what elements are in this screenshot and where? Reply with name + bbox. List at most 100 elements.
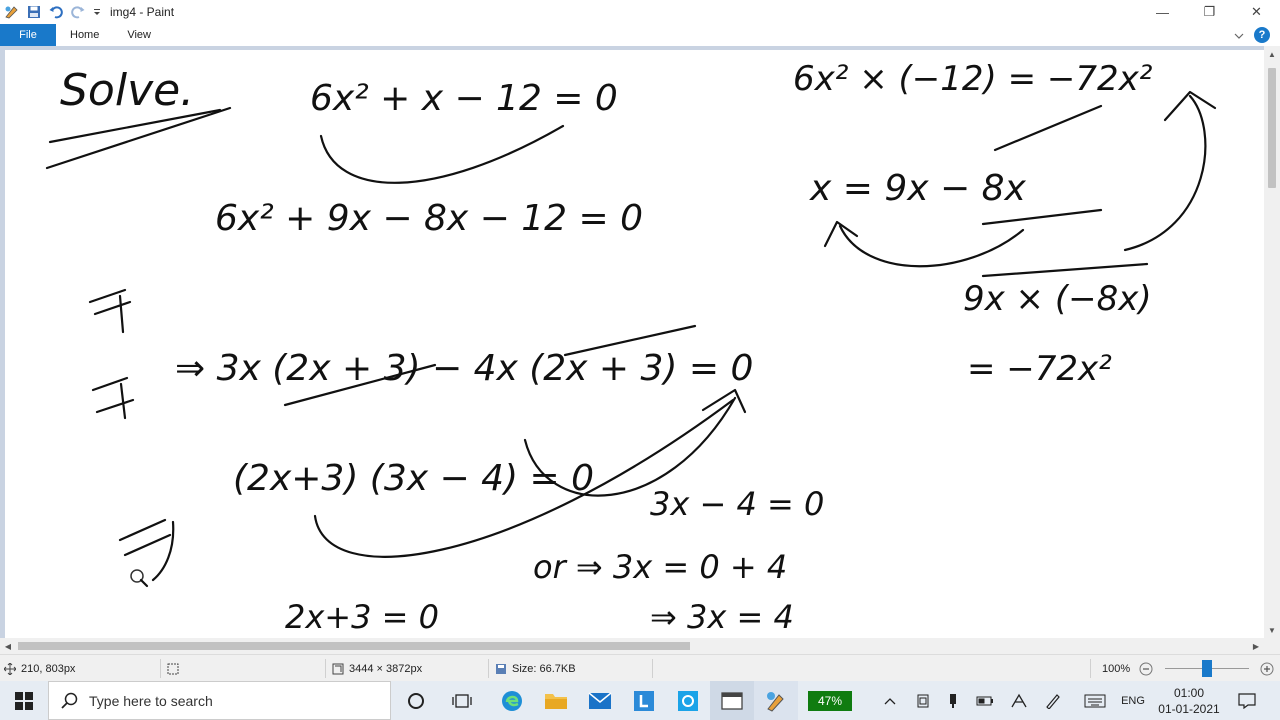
- edge-button[interactable]: [490, 681, 534, 720]
- ink-solve: Solve.: [60, 65, 194, 116]
- scroll-corner: [1264, 638, 1280, 654]
- tray-device-button[interactable]: [910, 681, 936, 720]
- scroll-left-icon[interactable]: ◀: [0, 638, 16, 654]
- keyboard-icon: [1084, 694, 1106, 707]
- tray-pen-button[interactable]: [940, 681, 966, 720]
- start-button[interactable]: [0, 681, 48, 720]
- minimize-button[interactable]: —: [1139, 0, 1186, 24]
- app-o-button[interactable]: [666, 681, 710, 720]
- window-app-icon: [721, 691, 743, 710]
- chevron-up-icon: [884, 697, 896, 704]
- window-title: img4 - Paint: [110, 5, 175, 19]
- search-icon: [61, 692, 78, 709]
- window-controls: — ❐ ✕: [1139, 0, 1280, 24]
- edge-icon: [502, 690, 522, 711]
- ink-eq3: x = 9x − 8x: [809, 168, 1027, 209]
- tray-pen-workspace-button[interactable]: [1040, 681, 1066, 720]
- tab-home[interactable]: Home: [56, 24, 113, 46]
- help-button[interactable]: ?: [1254, 27, 1270, 43]
- cortana-app-icon: [678, 690, 698, 711]
- file-size-text: Size: 66.7KB: [512, 662, 576, 675]
- ink-eq12: ⇒ 3x = 4: [650, 598, 794, 636]
- paint-app-icon[interactable]: [4, 4, 20, 20]
- usb-icon: [950, 693, 956, 708]
- tab-view[interactable]: View: [113, 24, 165, 46]
- task-view-button[interactable]: [440, 681, 484, 720]
- zoom-in-button[interactable]: [1260, 655, 1274, 682]
- redo-icon[interactable]: [70, 4, 86, 20]
- taskbar-search-box[interactable]: Type here to search: [48, 681, 391, 720]
- close-button[interactable]: ✕: [1233, 0, 1280, 24]
- mail-icon: [588, 691, 612, 709]
- scroll-right-icon[interactable]: ▶: [1248, 638, 1264, 654]
- app-l-button[interactable]: [622, 681, 666, 720]
- battery-indicator[interactable]: 47%: [808, 691, 852, 711]
- zoom-level-text: 100%: [1102, 662, 1131, 675]
- language-indicator[interactable]: ENG: [1116, 681, 1150, 720]
- show-hidden-icons-button[interactable]: [878, 681, 902, 720]
- ink-eq13: 2x+3 = 0: [285, 598, 439, 636]
- status-bar: 210, 803px 3444 × 3872px Size: 66.7KB 10…: [0, 654, 1280, 681]
- paint-icon: [767, 691, 784, 712]
- paint-taskbar-button[interactable]: [754, 681, 798, 720]
- battery-icon: [976, 696, 993, 705]
- app-active-button[interactable]: [710, 681, 754, 720]
- collapse-ribbon-icon[interactable]: [1234, 28, 1244, 42]
- image-size: 3444 × 3872px: [332, 655, 422, 682]
- horizontal-scrollbar[interactable]: ◀ ▶: [0, 638, 1264, 654]
- tray-network-button[interactable]: [1006, 681, 1032, 720]
- ribbon-tabs: File Home View ?: [0, 24, 1280, 46]
- ink-eq7: = −72x²: [967, 349, 1112, 389]
- horizontal-scroll-thumb[interactable]: [18, 642, 690, 650]
- ink-eq4: 6x² + 9x − 8x − 12 = 0: [215, 198, 643, 239]
- notifications-button[interactable]: [1232, 681, 1262, 720]
- ink-eq6: 9x × (−8x): [963, 279, 1152, 319]
- drawing-canvas[interactable]: Solve. 6x² + x − 12 = 0 6x² × (−12) = −7…: [5, 50, 1264, 638]
- ink-eq11: or ⇒ 3x = 0 + 4: [533, 548, 787, 586]
- file-size: Size: 66.7KB: [495, 655, 576, 682]
- cortana-button[interactable]: [394, 681, 438, 720]
- touch-keyboard-button[interactable]: [1080, 681, 1110, 720]
- quick-access-toolbar: [0, 4, 102, 20]
- pen-icon: [1046, 693, 1060, 709]
- file-explorer-button[interactable]: [534, 681, 578, 720]
- cortana-icon: [408, 692, 424, 709]
- canvas-area: Solve. 6x² + x − 12 = 0 6x² × (−12) = −7…: [0, 46, 1264, 638]
- zoom-level: 100%: [1102, 655, 1130, 682]
- image-size-icon: [332, 663, 344, 674]
- search-placeholder: Type here to search: [89, 692, 213, 709]
- zoom-in-icon[interactable]: [1260, 662, 1274, 676]
- ink-eq2: 6x² × (−12) = −72x²: [793, 59, 1153, 99]
- notification-icon: [1238, 692, 1256, 709]
- taskbar-clock[interactable]: 01:00 01-01-2021: [1150, 683, 1228, 718]
- mail-button[interactable]: [578, 681, 622, 720]
- ink-eq9: (2x+3) (3x − 4) = 0: [233, 458, 594, 499]
- tab-file[interactable]: File: [0, 24, 56, 46]
- vertical-scroll-thumb[interactable]: [1268, 68, 1276, 188]
- maximize-button[interactable]: ❐: [1186, 0, 1233, 24]
- customize-qat-icon[interactable]: [92, 4, 102, 20]
- vertical-scrollbar[interactable]: ▲ ▼: [1264, 46, 1280, 638]
- zoom-out-icon[interactable]: [1139, 662, 1153, 676]
- task-view-icon: [452, 693, 472, 708]
- crosshair-icon: [4, 662, 16, 675]
- zoom-slider-thumb[interactable]: [1202, 660, 1212, 677]
- magnifier-cursor-icon: [130, 569, 149, 588]
- undo-icon[interactable]: [48, 4, 64, 20]
- ink-eq8: ⇒ 3x (2x + 3) − 4x (2x + 3) = 0: [175, 348, 753, 389]
- network-icon: [1011, 693, 1027, 707]
- windows-logo-icon: [15, 691, 33, 710]
- scroll-down-icon[interactable]: ▼: [1264, 622, 1280, 638]
- cursor-position: 210, 803px: [4, 655, 75, 682]
- zoom-out-button[interactable]: [1139, 655, 1153, 682]
- save-icon[interactable]: [26, 4, 42, 20]
- clock-date: 01-01-2021: [1158, 701, 1220, 716]
- scroll-up-icon[interactable]: ▲: [1264, 46, 1280, 62]
- title-bar: img4 - Paint — ❐ ✕: [0, 0, 1280, 24]
- handwriting-ink: Solve. 6x² + x − 12 = 0 6x² × (−12) = −7…: [45, 59, 1217, 636]
- cursor-position-text: 210, 803px: [21, 662, 76, 675]
- folder-icon: [545, 693, 567, 709]
- device-icon: [917, 694, 929, 707]
- tray-battery-button[interactable]: [972, 681, 998, 720]
- taskbar: Type here to search 47% ENG 01:00 01-01-…: [0, 681, 1280, 720]
